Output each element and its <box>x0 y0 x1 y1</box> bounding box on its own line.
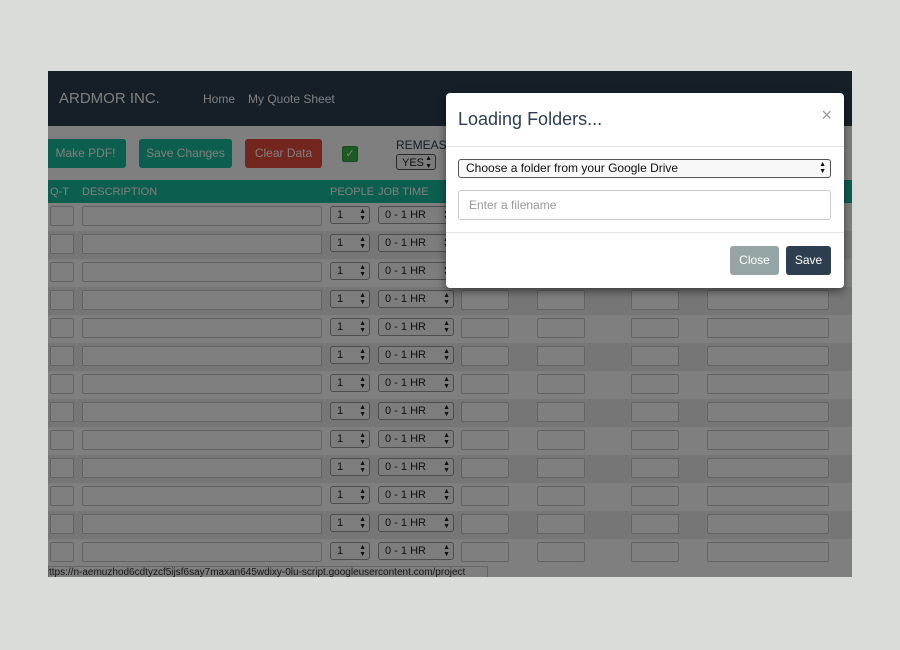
folder-select-value: Choose a folder from your Google Drive <box>466 161 679 175</box>
filename-input[interactable] <box>458 190 831 220</box>
folder-dialog: Loading Folders... × Choose a folder fro… <box>446 93 844 288</box>
save-button[interactable]: Save <box>786 246 831 275</box>
close-button[interactable]: Close <box>730 246 779 275</box>
modal-header-divider <box>446 146 844 147</box>
select-arrows-icon: ▲▼ <box>819 161 826 175</box>
close-icon[interactable]: × <box>821 105 832 126</box>
modal-footer-divider <box>446 232 844 233</box>
folder-select[interactable]: Choose a folder from your Google Drive ▲… <box>458 159 831 178</box>
modal-title: Loading Folders... <box>458 109 603 129</box>
